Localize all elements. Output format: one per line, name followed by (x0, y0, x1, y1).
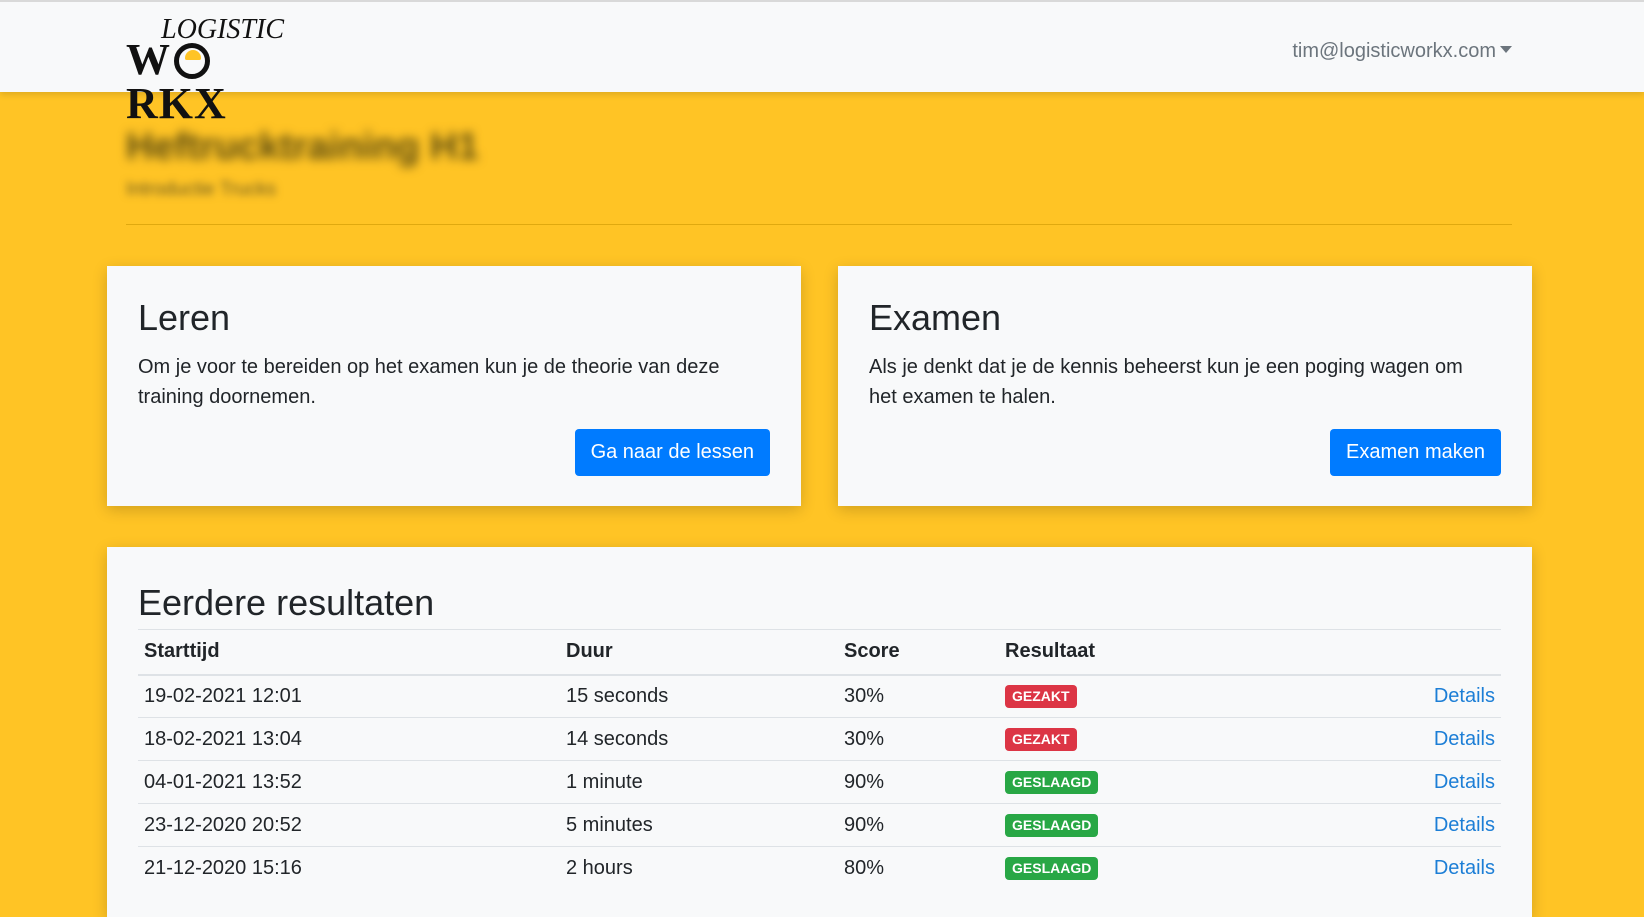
cell-details: Details (1299, 760, 1501, 804)
cell-result: GESLAAGD (999, 803, 1299, 847)
cell-start: 04-01-2021 13:52 (138, 760, 560, 804)
learn-title: Leren (138, 297, 231, 338)
cell-score: 90% (838, 760, 999, 804)
result-badge: GEZAKT (1005, 685, 1077, 709)
cell-duration: 2 hours (560, 846, 838, 890)
cell-start: 23-12-2020 20:52 (138, 803, 560, 847)
result-badge: GESLAAGD (1005, 857, 1099, 881)
cell-duration: 15 seconds (560, 674, 838, 718)
cell-duration: 14 seconds (560, 717, 838, 761)
exam-card: Examen Als je denkt dat je de kennis beh… (838, 266, 1532, 506)
cell-result: GEZAKT (999, 717, 1299, 761)
cell-start: 18-02-2021 13:04 (138, 717, 560, 761)
cell-duration: 1 minute (560, 760, 838, 804)
details-link[interactable]: Details (1434, 857, 1495, 879)
learn-text: Om je voor te bereiden op het examen kun… (138, 356, 720, 408)
cell-score: 30% (838, 674, 999, 718)
cell-details: Details (1299, 803, 1501, 847)
column-header-start: Starttijd (138, 629, 560, 676)
table-header-row: Starttijd Duur Score Resultaat (138, 629, 1501, 676)
helmet-icon (174, 43, 210, 79)
details-link[interactable]: Details (1434, 728, 1495, 750)
column-header-score: Score (838, 629, 999, 676)
cell-score: 90% (838, 803, 999, 847)
header-divider (126, 224, 1512, 225)
cell-start: 21-12-2020 15:16 (138, 846, 560, 890)
cell-result: GEZAKT (999, 674, 1299, 718)
top-navbar: LOGISTIC WRKX tim@logisticworkx.com (0, 0, 1644, 126)
page-header: Heftrucktraining H1 Introductie Trucks (126, 125, 1512, 201)
column-header-duration: Duur (560, 629, 838, 676)
results-title: Eerdere resultaten (138, 582, 435, 623)
user-menu-dropdown[interactable]: tim@logisticworkx.com (1292, 40, 1512, 63)
exam-text: Als je denkt dat je de kennis beheerst k… (869, 356, 1463, 408)
table-row: 04-01-2021 13:52 1 minute 90% GESLAAGD Detai… (138, 760, 1501, 804)
cell-result: GESLAAGD (999, 760, 1299, 804)
table-row: 19-02-2021 12:01 15 seconds 30% GEZAKT Detai… (138, 674, 1501, 718)
result-badge: GESLAAGD (1005, 771, 1099, 794)
result-badge: GESLAAGD (1005, 814, 1099, 837)
details-link[interactable]: Details (1434, 685, 1495, 707)
result-badge: GEZAKT (1005, 728, 1077, 751)
results-table: Starttijd Duur Score Resultaat 19-02-202… (138, 629, 1501, 890)
page-title: Heftrucktraining H1 (126, 126, 479, 168)
table-row: 21-12-2020 15:16 2 hours 80% GESLAAGD Detail… (138, 846, 1501, 890)
cell-details: Details (1299, 674, 1501, 718)
cell-start: 19-02-2021 12:01 (138, 674, 560, 718)
table-row: 18-02-2021 13:04 14 seconds 30% GEZAKT Detai… (138, 717, 1501, 761)
details-link[interactable]: Details (1434, 814, 1495, 836)
cell-result: GESLAAGD (999, 846, 1299, 890)
exam-title: Examen (869, 297, 1002, 338)
column-header-result: Resultaat (999, 629, 1299, 676)
learn-card: Leren Om je voor te bereiden op het exam… (107, 266, 801, 506)
table-row: 23-12-2020 20:52 5 minutes 90% GESLAAGD Deta… (138, 803, 1501, 847)
caret-down-icon (1500, 46, 1512, 53)
cell-score: 80% (838, 846, 999, 890)
cell-score: 30% (838, 717, 999, 761)
user-email: tim@logisticworkx.com (1292, 40, 1496, 62)
page-subtitle: Introductie Trucks (126, 178, 276, 200)
column-header-actions (1299, 629, 1501, 676)
go-to-lessons-button[interactable]: Ga naar de lessen (574, 429, 770, 476)
logisticworkx-logo[interactable]: LOGISTIC WRKX (126, 16, 288, 126)
cell-duration: 5 minutes (560, 803, 838, 847)
details-link[interactable]: Details (1434, 771, 1495, 793)
take-exam-button[interactable]: Examen maken (1330, 429, 1501, 476)
cell-details: Details (1299, 717, 1501, 761)
cell-details: Details (1299, 846, 1501, 890)
